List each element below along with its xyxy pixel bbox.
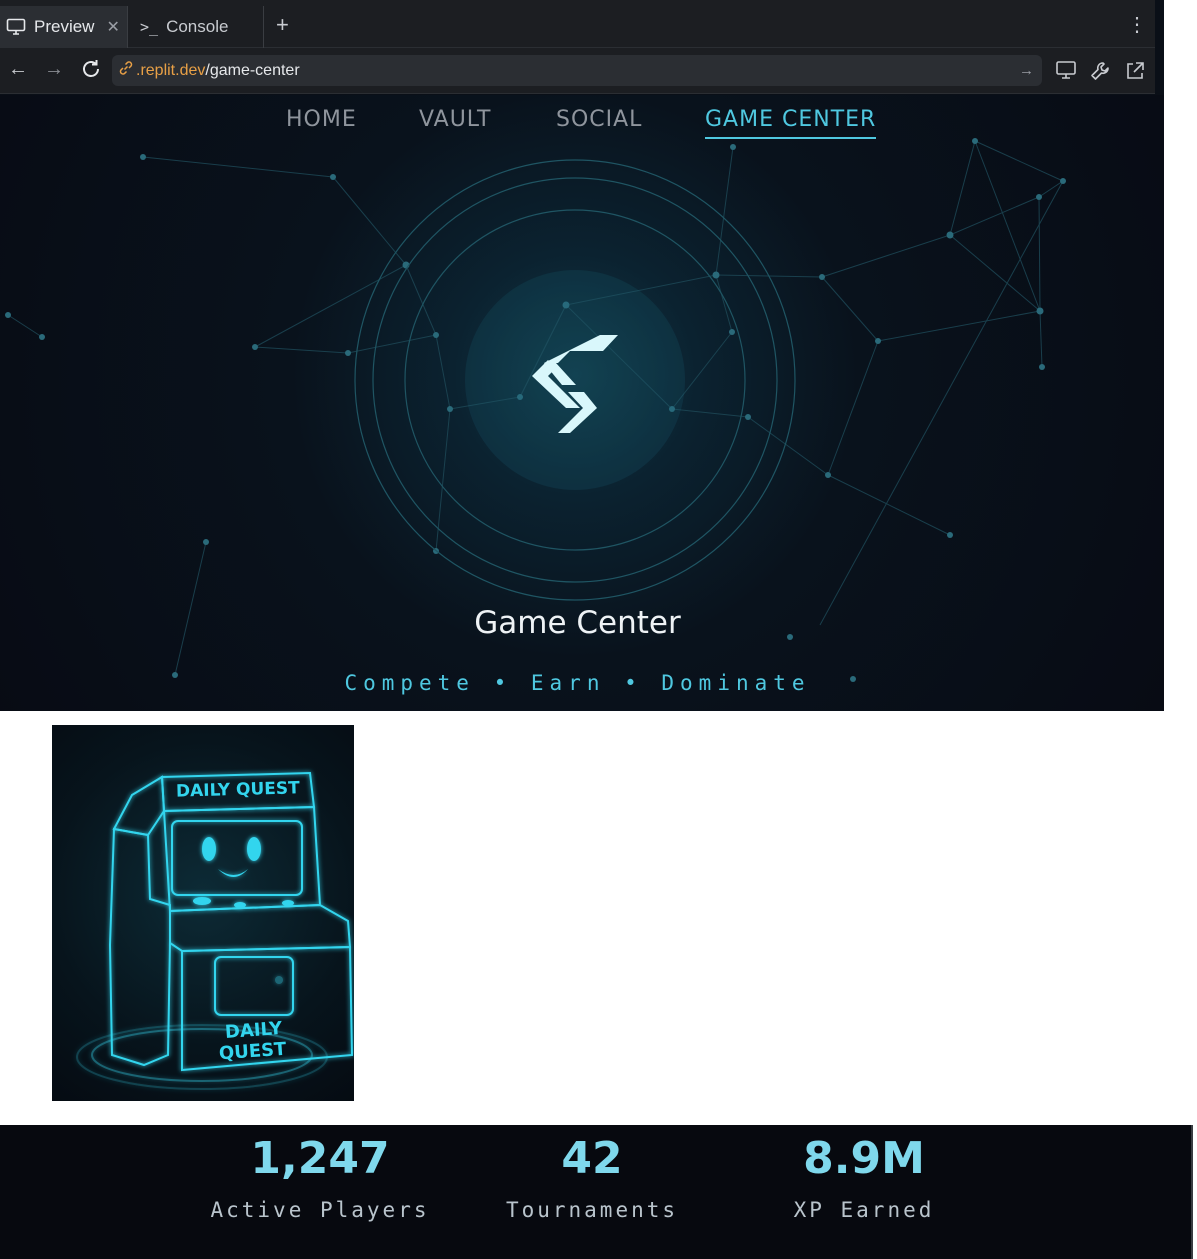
devices-icon[interactable] [1055,60,1077,85]
nav-game-center[interactable]: GAME CENTER [705,107,877,139]
close-icon[interactable]: ✕ [106,17,119,37]
quest-marquee-text: DAILY QUEST [176,778,301,801]
tab-preview-label: Preview [34,17,95,36]
url-host: .replit.dev [136,61,206,79]
url-field[interactable]: .replit.dev/game-center → [112,55,1042,86]
page-title: Game Center [474,605,681,641]
nav-vault[interactable]: VAULT [419,107,491,132]
tab-console-label: Console [166,17,229,36]
reload-icon[interactable] [80,58,102,86]
browser-window: Preview ✕ >_ Console + ⋮ ← → .replit.dev… [0,0,1164,711]
tab-preview[interactable]: Preview ✕ [0,6,128,48]
main-nav: HOME VAULT SOCIAL GAME CENTER [0,107,1155,147]
url-path: /game-center [205,61,300,79]
go-arrow-icon[interactable]: → [1019,62,1034,79]
tab-bar: Preview ✕ >_ Console + ⋮ [0,0,1155,48]
stat-xp-earned: 8.9M XP Earned [744,1133,984,1222]
stat-value: 1,247 [250,1133,390,1184]
stat-label: Active Players [210,1198,430,1222]
nav-home[interactable]: HOME [286,107,357,132]
monitor-icon [6,18,26,36]
quest-panel-line2: QUEST [218,1039,287,1065]
new-tab-button[interactable]: + [276,12,289,38]
link-icon [118,60,134,81]
stats-bar: 1,247 Active Players 42 Tournaments 8.9M… [0,1125,1193,1259]
terminal-icon: >_ [140,18,159,36]
stat-active-players: 1,247 Active Players [200,1133,440,1222]
address-bar: ← → .replit.dev/game-center → [0,48,1155,94]
stat-tournaments: 42 Tournaments [472,1133,712,1222]
back-icon[interactable]: ← [8,58,28,81]
hero-section: HOME VAULT SOCIAL GAME CENTER Game Cente… [0,95,1164,711]
wrench-icon[interactable] [1089,60,1111,87]
nav-social[interactable]: SOCIAL [556,107,642,132]
open-external-icon[interactable] [1124,60,1146,87]
arcade-cabinet-illustration: DAILY QUEST DAILY QUEST [76,771,354,1090]
tab-console[interactable]: >_ Console [130,6,264,48]
stat-value: 42 [561,1133,623,1184]
stat-value: 8.9M [803,1133,925,1184]
more-options-icon[interactable]: ⋮ [1127,12,1147,37]
daily-quest-card[interactable]: DAILY QUEST DAILY QUEST [52,725,354,1101]
hero-tagline: Compete • Earn • Dominate [344,671,811,695]
forward-icon[interactable]: → [44,58,64,81]
stat-label: XP Earned [793,1198,935,1222]
stat-label: Tournaments [505,1198,679,1222]
